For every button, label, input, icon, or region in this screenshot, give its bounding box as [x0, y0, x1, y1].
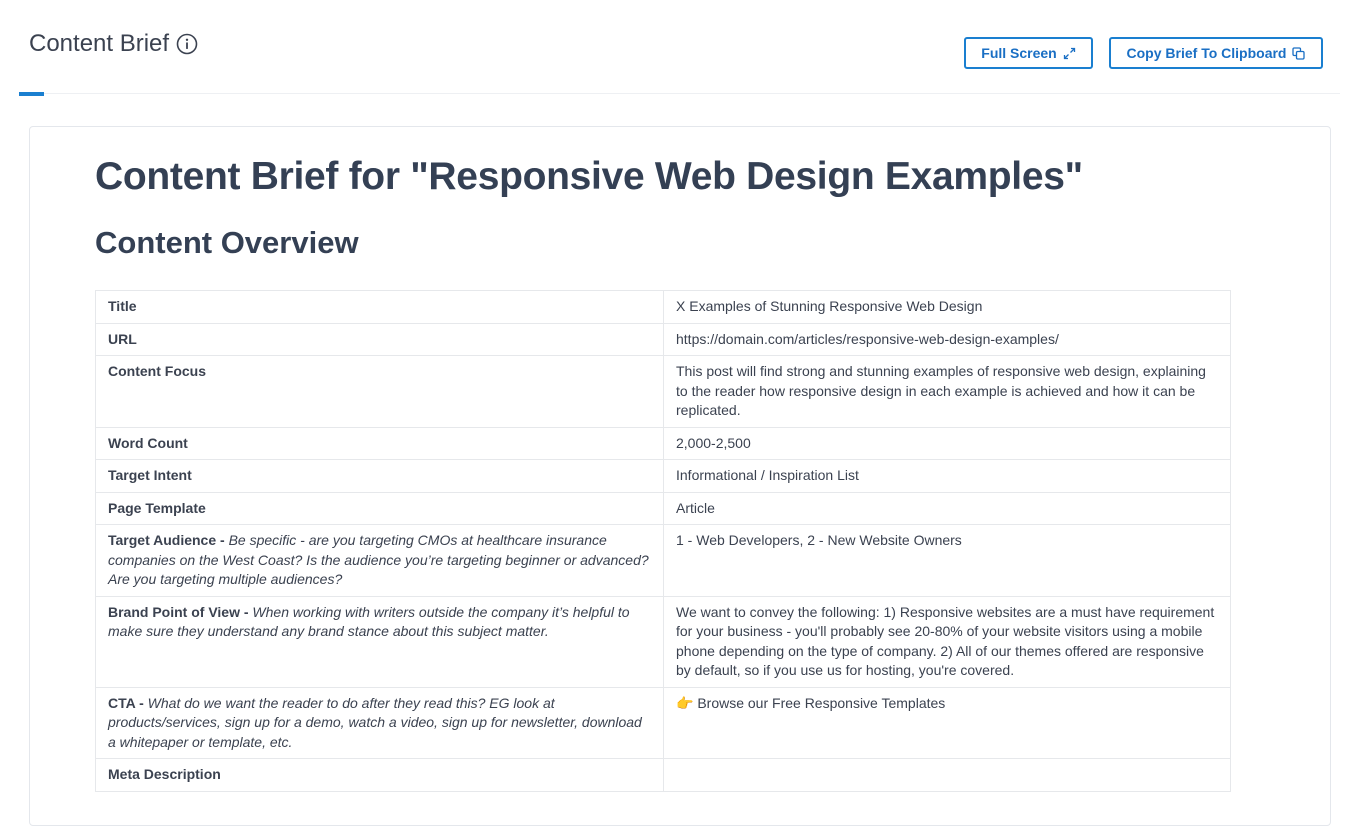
full-screen-label: Full Screen	[981, 45, 1057, 61]
copy-icon	[1292, 46, 1306, 60]
header-divider	[19, 93, 1340, 94]
row-key-cell: Content Focus	[95, 355, 664, 428]
table-row: Target Audience - Be specific - are you …	[95, 524, 1231, 597]
row-key-label: Page Template	[108, 499, 206, 516]
row-key-cell: Brand Point of View - When working with …	[95, 595, 664, 688]
row-value-cell: 2,000-2,500	[663, 426, 1231, 460]
row-key-note: What do we want the reader to do after t…	[108, 694, 642, 750]
row-key-cell: Target Audience - Be specific - are you …	[95, 524, 664, 597]
row-value-cell: 👉 Browse our Free Responsive Templates	[663, 686, 1231, 759]
page-title-text: Content Brief	[29, 30, 170, 57]
row-key-label: Target Audience -	[108, 532, 229, 548]
table-row: Word Count 2,000-2,500	[95, 426, 1231, 460]
row-key-label: Content Focus	[108, 363, 206, 379]
copy-brief-label: Copy Brief To Clipboard	[1126, 45, 1287, 61]
content-overview-heading: Content Overview	[95, 225, 359, 260]
active-tab-indicator	[19, 92, 44, 96]
info-icon[interactable]	[176, 33, 198, 55]
row-key-cell: URL	[95, 322, 664, 356]
row-value-cell: Informational / Inspiration List	[663, 459, 1231, 493]
table-row: Title X Examples of Stunning Responsive W…	[95, 290, 1231, 324]
row-key-label: Target Intent	[108, 467, 192, 483]
expand-icon	[1063, 47, 1075, 59]
row-key-label: Title	[108, 298, 137, 314]
row-key-label: Brand Point of View -	[108, 603, 253, 620]
full-screen-button[interactable]: Full Screen	[964, 37, 1093, 69]
row-key-cell: Meta Description	[95, 758, 664, 792]
brief-heading: Content Brief for "Responsive Web Design…	[95, 155, 1083, 198]
row-value-cell: We want to convey the following: 1) Resp…	[663, 595, 1231, 688]
row-key-cell: Page Template	[95, 491, 664, 525]
row-key-cell: Word Count	[95, 426, 664, 460]
table-row: Brand Point of View - When working with …	[95, 595, 1231, 688]
page-title: Content Brief	[29, 30, 198, 58]
row-value-cell: https://domain.com/articles/responsive-w…	[663, 322, 1231, 356]
row-value-cell: This post will find strong and stunning …	[663, 355, 1231, 428]
row-key-cell: CTA - What do we want the reader to do a…	[95, 686, 664, 759]
row-value-cell	[663, 758, 1231, 792]
table-row: CTA - What do we want the reader to do a…	[95, 686, 1231, 759]
header: Content Brief Full Screen Copy Brief To …	[0, 0, 1357, 96]
row-key-label: URL	[108, 330, 137, 347]
table-row: Content Focus This post will find strong …	[95, 355, 1231, 428]
row-value-cell: 1 - Web Developers, 2 - New Website Owne…	[663, 524, 1231, 597]
content-overview-table: Title X Examples of Stunning Responsive W…	[95, 290, 1231, 792]
table-row: Page Template Article	[95, 491, 1231, 525]
row-value-cell: Article	[663, 491, 1231, 525]
row-value-cell: X Examples of Stunning Responsive Web De…	[663, 290, 1231, 324]
copy-brief-button[interactable]: Copy Brief To Clipboard	[1109, 37, 1323, 69]
table-row: URL https://domain.com/articles/responsiv…	[95, 322, 1231, 356]
row-key-label: Meta Description	[108, 766, 221, 782]
row-key-label: CTA -	[108, 694, 148, 711]
table-row: Meta Description	[95, 758, 1231, 792]
row-key-label: Word Count	[108, 434, 188, 451]
row-key-cell: Title	[95, 290, 664, 324]
table-row: Target Intent Informational / Inspiration…	[95, 459, 1231, 493]
row-key-cell: Target Intent	[95, 459, 664, 493]
